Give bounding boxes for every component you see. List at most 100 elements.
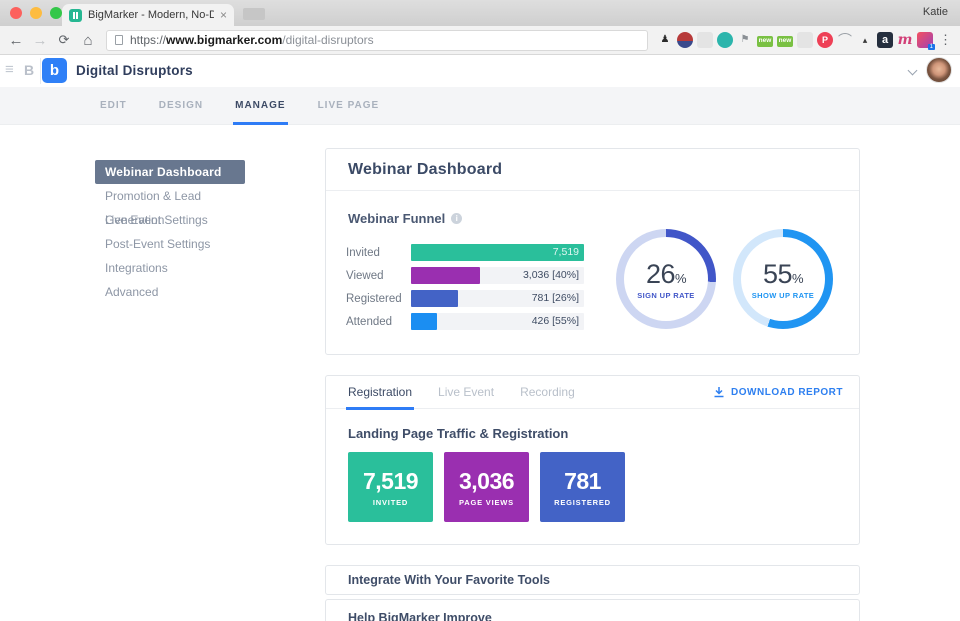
page-url: https://www.bigmarker.com/digital-disrup…	[130, 33, 374, 47]
chrome-profile-name[interactable]: Katie	[923, 6, 948, 18]
funnel-bar-track: 7,519	[411, 244, 584, 261]
new-tab-button[interactable]	[243, 8, 265, 20]
tab-close-icon[interactable]: ×	[220, 8, 227, 22]
inactive-extension-icon[interactable]	[797, 32, 813, 48]
chevron-down-icon[interactable]	[908, 66, 918, 76]
download-icon	[713, 386, 725, 398]
page-title: Webinar Dashboard	[326, 149, 859, 191]
funnel-bar	[411, 290, 458, 307]
stat-label: PAGE VIEWS	[459, 498, 514, 507]
colorful-extension-icon[interactable]: 1	[917, 32, 933, 48]
teal-extension-icon[interactable]	[717, 32, 733, 48]
download-report-button[interactable]: DOWNLOAD REPORT	[713, 386, 843, 398]
funnel-bar	[411, 313, 437, 330]
report-card: Registration Live Event Recording DOWNLO…	[325, 375, 860, 545]
sidebar-item-webinar-dashboard[interactable]: Webinar Dashboard	[95, 160, 245, 184]
minimize-window-button[interactable]	[30, 7, 42, 19]
new-badge-extension-icon[interactable]: new	[757, 36, 773, 47]
donut-value: 55%	[763, 259, 803, 290]
integrations-card: Integrate With Your Favorite Tools	[325, 565, 860, 595]
donut-label: SHOW UP RATE	[752, 291, 814, 300]
browser-tab[interactable]: BigMarker - Modern, No-Dow ×	[62, 4, 234, 26]
collapsed-brand-logo[interactable]: B	[24, 62, 34, 78]
integrations-title: Integrate With Your Favorite Tools	[326, 566, 859, 595]
funnel-heading: Webinar Funnel i	[348, 211, 462, 226]
tab-design[interactable]: DESIGN	[159, 87, 203, 125]
cursive-m-extension-icon[interactable]: m	[897, 32, 913, 48]
bigmarker-favicon-icon	[69, 9, 82, 22]
bigmarker-logo-icon[interactable]: b	[42, 58, 67, 83]
funnel-row-label: Viewed	[346, 270, 411, 282]
browser-menu-icon[interactable]: ⋮	[939, 32, 952, 48]
funnel-bar-value: 7,519	[553, 244, 579, 261]
tab-edit[interactable]: EDIT	[100, 87, 127, 125]
stat-registered: 781 REGISTERED	[540, 452, 625, 522]
close-window-button[interactable]	[10, 7, 22, 19]
sidebar-item-advanced[interactable]: Advanced	[95, 280, 245, 304]
stat-value: 781	[564, 468, 601, 495]
webinar-funnel-chart: Invited 7,519 Viewed 3,036 [40%] Registe…	[346, 244, 604, 336]
amazon-extension-icon[interactable]: a	[877, 32, 893, 48]
sidebar-item-live-event-settings[interactable]: Live Event Settings	[95, 208, 245, 232]
info-icon[interactable]: i	[451, 213, 462, 224]
browser-toolbar: ← → ⟳ ⌂ https://www.bigmarker.com/digita…	[0, 26, 960, 55]
zoom-window-button[interactable]	[50, 7, 62, 19]
funnel-bar-track: 426 [55%]	[411, 313, 584, 330]
stat-label: INVITED	[373, 498, 408, 507]
funnel-row: Attended 426 [55%]	[346, 313, 604, 330]
sidebar-item-promotion[interactable]: Promotion & Lead Generation	[95, 184, 245, 208]
header-divider	[40, 58, 41, 84]
tab-live-event[interactable]: Live Event	[438, 376, 494, 409]
home-icon[interactable]: ⌂	[76, 32, 100, 49]
settings-sidebar: Webinar Dashboard Promotion & Lead Gener…	[95, 160, 245, 304]
workspace-tabbar: EDIT DESIGN MANAGE LIVE PAGE	[0, 87, 960, 125]
webinar-dashboard-card: Webinar Dashboard Webinar Funnel i Invit…	[325, 148, 860, 355]
report-tabbar: Registration Live Event Recording DOWNLO…	[326, 376, 859, 409]
funnel-bar	[411, 267, 480, 284]
forward-icon[interactable]: →	[28, 32, 52, 49]
new-badge-extension-icon[interactable]: new	[777, 36, 793, 47]
funnel-bar-track: 3,036 [40%]	[411, 267, 584, 284]
refresh-icon[interactable]: ⟳	[52, 32, 76, 48]
tab-registration[interactable]: Registration	[348, 376, 412, 409]
tab-manage[interactable]: MANAGE	[235, 87, 285, 125]
tab-recording[interactable]: Recording	[520, 376, 575, 409]
address-bar[interactable]: https://www.bigmarker.com/digital-disrup…	[106, 30, 648, 51]
pocket-extension-icon[interactable]: P	[817, 32, 833, 48]
donut-center: 55% SHOW UP RATE	[741, 237, 825, 321]
funnel-row: Registered 781 [26%]	[346, 290, 604, 307]
donut-center: 26% SIGN UP RATE	[624, 237, 708, 321]
funnel-bar-value: 426 [55%]	[532, 313, 579, 330]
bird-extension-icon[interactable]: ▴	[857, 32, 873, 48]
user-avatar[interactable]	[926, 57, 952, 83]
tab-live-page[interactable]: LIVE PAGE	[318, 87, 380, 125]
funnel-row-label: Attended	[346, 316, 411, 328]
sidebar-item-post-event-settings[interactable]: Post-Event Settings	[95, 232, 245, 256]
globe-extension-icon[interactable]	[677, 32, 693, 48]
sign-up-rate-donut: 26% SIGN UP RATE	[616, 229, 716, 329]
sidebar-item-integrations[interactable]: Integrations	[95, 256, 245, 280]
rate-donuts: 26% SIGN UP RATE 55% SHOW UP RATE	[616, 229, 833, 329]
back-icon[interactable]: ←	[4, 32, 28, 49]
show-up-rate-donut: 55% SHOW UP RATE	[733, 229, 833, 329]
stat-boxes: 7,519 INVITED 3,036 PAGE VIEWS 781 REGIS…	[348, 452, 859, 522]
hamburger-menu-icon[interactable]: ≡	[5, 61, 14, 78]
penguin-extension-icon[interactable]: ♟	[657, 32, 673, 48]
stat-value: 3,036	[459, 468, 514, 495]
funnel-row-label: Registered	[346, 293, 411, 305]
section-title: Landing Page Traffic & Registration	[348, 426, 859, 441]
extension-icons-row: ♟ ⚑ new new P ⌒ ▴ a m 1	[657, 32, 933, 48]
stat-page-views: 3,036 PAGE VIEWS	[444, 452, 529, 522]
arc-extension-icon[interactable]: ⌒	[837, 32, 853, 48]
flag-extension-icon[interactable]: ⚑	[737, 32, 753, 48]
extension-badge: 1	[928, 44, 935, 50]
app-header: ≡ B b Digital Disruptors	[0, 55, 960, 87]
funnel-bar-value: 781 [26%]	[532, 290, 579, 307]
inactive-extension-icon[interactable]	[697, 32, 713, 48]
browser-window: BigMarker - Modern, No-Dow × Katie ← → ⟳…	[0, 0, 960, 621]
help-bigmarker-title: Help BigMarker Improve	[326, 600, 859, 621]
funnel-bar-value: 3,036 [40%]	[523, 267, 579, 284]
donut-label: SIGN UP RATE	[637, 291, 694, 300]
funnel-bar-track: 781 [26%]	[411, 290, 584, 307]
stat-value: 7,519	[363, 468, 418, 495]
